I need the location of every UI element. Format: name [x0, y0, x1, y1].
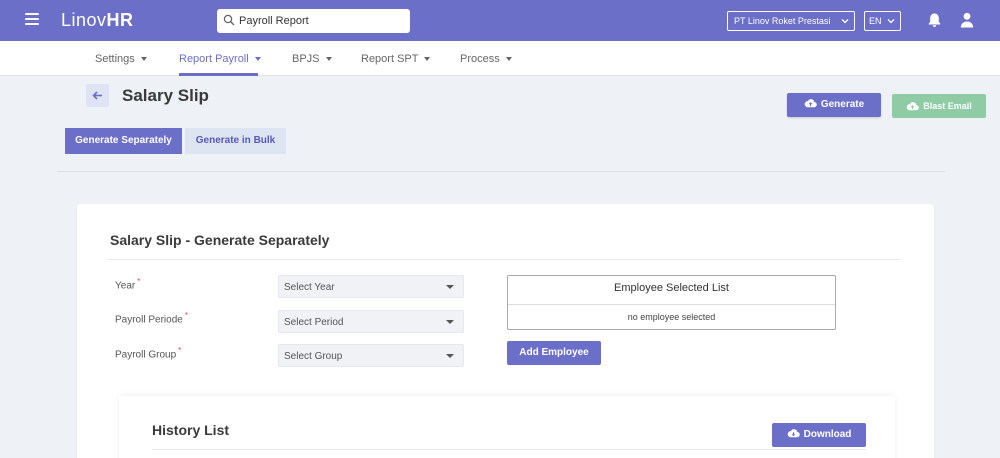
field-label-text: Payroll Periode: [115, 314, 183, 326]
menu-item-process[interactable]: Process: [460, 53, 512, 65]
section-divider: [57, 171, 945, 172]
download-button[interactable]: Download: [772, 423, 866, 447]
tab-generate-in-bulk[interactable]: Generate in Bulk: [185, 128, 286, 154]
brand-suffix: HR: [106, 10, 134, 30]
menu-label: Process: [460, 53, 500, 65]
generate-label: Generate: [820, 99, 865, 110]
menu-icon[interactable]: [25, 13, 39, 25]
menu-item-report-spt[interactable]: Report SPT: [361, 53, 431, 65]
payroll-group-label: Payroll Group *: [115, 346, 181, 360]
field-label-text: Year: [115, 280, 136, 292]
period-select[interactable]: Select Period: [278, 310, 464, 333]
group-select[interactable]: Select Group: [278, 344, 464, 367]
generate-button[interactable]: Generate: [787, 93, 881, 117]
cloud-upload-icon: [804, 99, 817, 108]
menu-item-report-payroll[interactable]: Report Payroll: [179, 53, 261, 65]
menu-label: Report Payroll: [179, 53, 249, 65]
language-select[interactable]: EN: [864, 11, 901, 31]
cloud-upload-icon: [906, 101, 919, 110]
history-title: History List: [152, 422, 230, 438]
required-mark: *: [178, 346, 182, 355]
arrow-left-icon: [92, 91, 102, 100]
caret-down-icon: [254, 57, 261, 62]
menu-item-bpjs[interactable]: BPJS: [292, 53, 332, 65]
tab-generate-separately[interactable]: Generate Separately: [65, 128, 182, 154]
main-menu: Settings Report Payroll BPJS Report SPT …: [0, 41, 1000, 76]
search-box[interactable]: [217, 9, 410, 33]
search-icon: [223, 14, 235, 26]
blast-email-label: Blast Email: [923, 101, 972, 111]
add-employee-button[interactable]: Add Employee: [507, 341, 601, 365]
cloud-download-icon: [787, 429, 800, 438]
employee-selected-list: Employee Selected List no employee selec…: [507, 275, 836, 330]
menu-item-settings[interactable]: Settings: [95, 53, 147, 65]
brand-logo[interactable]: LinovHR: [61, 10, 134, 31]
back-button[interactable]: [86, 84, 109, 107]
employee-list-title: Employee Selected List: [508, 276, 835, 305]
caret-down-icon: [446, 285, 454, 289]
form-title: Salary Slip - Generate Separately: [110, 232, 330, 248]
history-divider: [152, 449, 866, 450]
menu-label: Settings: [95, 53, 135, 65]
year-select[interactable]: Select Year: [278, 275, 464, 298]
caret-down-icon: [505, 57, 512, 62]
language-code: EN: [869, 16, 882, 26]
brand-prefix: Linov: [61, 10, 107, 30]
caret-down-icon: [424, 57, 431, 62]
group-placeholder: Select Group: [284, 351, 343, 362]
menu-label: Report SPT: [361, 53, 419, 65]
download-label: Download: [803, 429, 852, 440]
field-label-text: Payroll Group: [115, 349, 177, 361]
year-placeholder: Select Year: [284, 282, 335, 293]
blast-email-button[interactable]: Blast Email: [892, 94, 986, 118]
user-icon[interactable]: [960, 12, 974, 28]
year-label: Year *: [115, 277, 140, 291]
caret-down-icon: [140, 57, 147, 62]
form-divider: [108, 259, 900, 260]
payroll-periode-label: Payroll Periode *: [115, 311, 188, 325]
caret-down-icon: [446, 354, 454, 358]
required-mark: *: [137, 277, 141, 286]
company-name: PT Linov Roket Prestasi: [734, 16, 831, 26]
page-title: Salary Slip: [122, 86, 209, 105]
period-placeholder: Select Period: [284, 317, 344, 328]
chevron-down-icon: [887, 19, 895, 24]
employee-list-empty: no employee selected: [627, 312, 716, 322]
company-select[interactable]: PT Linov Roket Prestasi: [727, 11, 855, 31]
caret-down-icon: [325, 57, 332, 62]
chevron-down-icon: [841, 19, 849, 24]
active-menu-indicator: [179, 73, 258, 76]
search-input[interactable]: [239, 12, 404, 30]
bell-icon[interactable]: [927, 12, 942, 28]
menu-label: BPJS: [292, 53, 320, 65]
caret-down-icon: [446, 320, 454, 324]
required-mark: *: [184, 311, 188, 320]
top-navbar: LinovHR PT Linov Roket Prestasi EN: [0, 0, 1000, 41]
